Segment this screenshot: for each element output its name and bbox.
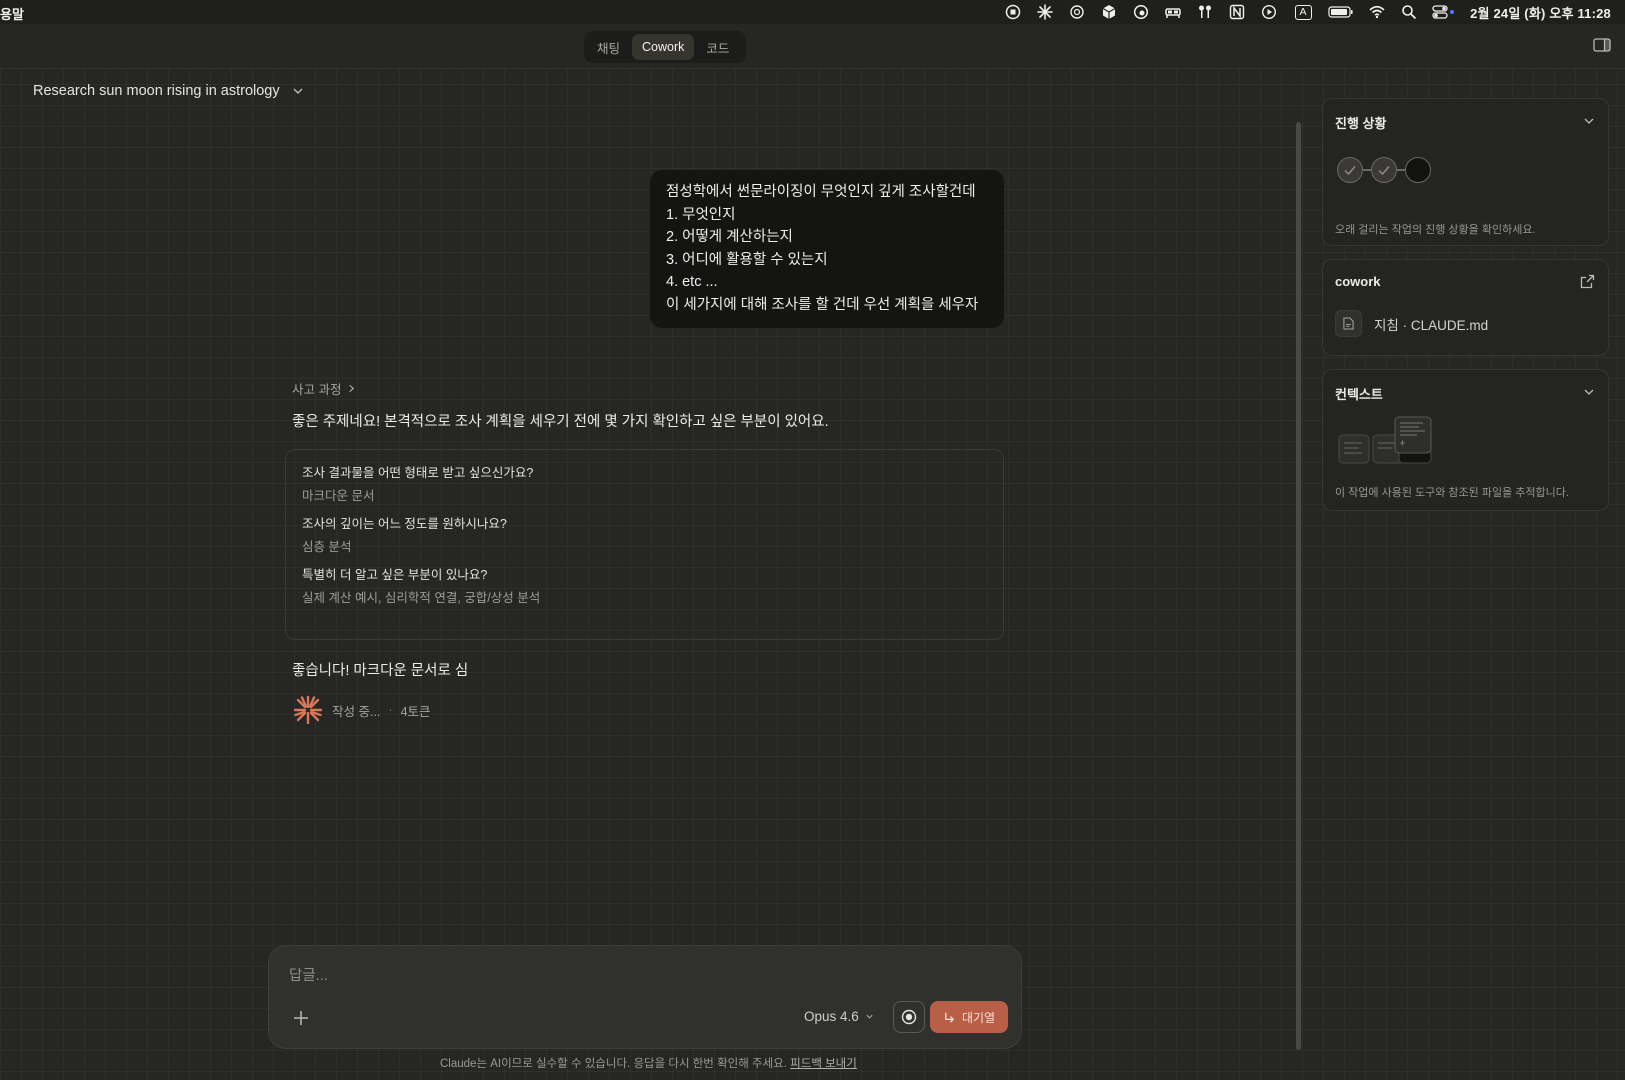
progress-card: 진행 상황 오래 걸리는 작업의 진행 상황을 확인하세요. <box>1322 98 1609 246</box>
bed-icon[interactable] <box>1164 4 1182 20</box>
question-item: 조사 결과물을 어떤 형태로 받고 싶으신가요? 마크다운 문서 <box>302 464 987 506</box>
answer-text: 실제 계산 예시, 심리학적 연결, 궁합/상성 분석 <box>302 591 541 605</box>
assistant-reply-intro: 좋은 주제네요! 본격적으로 조사 계획을 세우기 전에 몇 가지 확인하고 싶… <box>292 414 829 430</box>
notion-icon[interactable] <box>1228 4 1246 20</box>
model-selector[interactable]: Opus 4.6 <box>804 1009 874 1024</box>
cowork-card: cowork 지침 · CLAUDE.md <box>1322 259 1609 356</box>
user-message-line: 1. 무엇인지 <box>666 206 736 223</box>
chevron-down-icon[interactable] <box>1583 115 1595 127</box>
reply-input[interactable] <box>289 968 889 984</box>
step-done-icon <box>1337 157 1363 183</box>
top-bar: 채팅 Cowork 코드 <box>0 24 1625 69</box>
progress-title: 진행 상황 <box>1335 116 1387 131</box>
composer: Opus 4.6 대기열 <box>268 945 1022 1049</box>
chevron-right-icon <box>349 384 355 393</box>
openai-icon[interactable] <box>1068 4 1086 20</box>
model-name: Opus 4.6 <box>804 1009 859 1024</box>
input-source-label: A <box>1294 4 1312 20</box>
thinking-toggle[interactable]: 사고 과정 <box>292 379 356 398</box>
assistant-reply-streaming: 좋습니다! 마크다운 문서로 심 <box>292 663 469 679</box>
feedback-link[interactable]: 피드백 보내기 <box>790 1058 857 1070</box>
search-icon[interactable] <box>1400 4 1418 20</box>
token-count: 4토큰 <box>400 704 431 719</box>
conversation-title-dropdown[interactable]: Research sun moon rising in astrology <box>33 83 304 99</box>
user-message-line: 점성학에서 썬문라이징이 무엇인지 깊게 조사할건데 <box>666 184 976 200</box>
generation-status: 작성 중... · 4토큰 <box>292 694 431 726</box>
step-connector <box>1397 169 1405 171</box>
play-icon[interactable] <box>1260 4 1278 20</box>
user-message-line: 4. etc ... <box>666 274 718 290</box>
user-message: 점성학에서 썬문라이징이 무엇인지 깊게 조사할건데 1. 무엇인지 2. 어떻… <box>650 170 1004 328</box>
claude-md-file[interactable]: 지침 · CLAUDE.md <box>1335 310 1488 337</box>
questions-card: 조사 결과물을 어떤 형태로 받고 싶으신가요? 마크다운 문서 조사의 깊이는… <box>285 449 1004 640</box>
globe-icon[interactable] <box>1132 4 1150 20</box>
step-done-icon <box>1371 157 1397 183</box>
question-text: 특별히 더 알고 싶은 부분이 있나요? <box>302 568 488 582</box>
question-text: 조사 결과물을 어떤 형태로 받고 싶으신가요? <box>302 466 534 480</box>
queue-button[interactable]: 대기열 <box>930 1001 1008 1033</box>
record-icon[interactable] <box>1004 4 1022 20</box>
scrollbar[interactable] <box>1296 122 1301 1050</box>
battery-icon[interactable] <box>1328 4 1354 20</box>
file-label: 지침 · CLAUDE.md <box>1374 317 1489 333</box>
chevron-down-icon[interactable] <box>1583 386 1595 398</box>
context-illustration-icon <box>1338 416 1432 464</box>
chevron-down-icon <box>293 88 303 94</box>
progress-steps <box>1337 157 1431 183</box>
claude-spark-icon <box>293 695 323 725</box>
user-message-line: 이 세가지에 대해 조사를 할 건데 우선 계획을 세우자 <box>666 296 979 313</box>
question-text: 조사의 깊이는 어느 정도를 원하시나요? <box>302 517 507 531</box>
status-separator: · <box>388 703 393 717</box>
context-description: 이 작업에 사용된 도구와 참조된 파일을 추적합니다. <box>1335 487 1569 499</box>
open-external-icon[interactable] <box>1580 274 1595 289</box>
stop-button[interactable] <box>893 1001 925 1033</box>
wifi-icon[interactable] <box>1368 4 1386 20</box>
step-current-icon <box>1405 157 1431 183</box>
stop-icon <box>901 1009 917 1025</box>
queue-label: 대기열 <box>961 1010 996 1025</box>
menu-clock[interactable]: 2월 24일 (화) 오후 11:28 <box>1470 3 1611 22</box>
airpods-icon[interactable] <box>1196 4 1214 20</box>
context-card: 컨텍스트 이 작업에 사용된 도구와 참조된 파일을 추적합니다. <box>1322 369 1609 511</box>
thinking-label: 사고 과정 <box>292 383 342 397</box>
conversation-title: Research sun moon rising in astrology <box>33 83 280 99</box>
return-arrow-icon <box>945 1012 955 1023</box>
answer-text: 심층 분석 <box>302 540 352 554</box>
question-item: 특별히 더 알고 싶은 부분이 있나요? 실제 계산 예시, 심리학적 연결, … <box>302 566 987 608</box>
sidebar-toggle-icon[interactable] <box>1593 37 1611 53</box>
app-name[interactable]: 용말 <box>0 4 24 23</box>
step-connector <box>1363 169 1371 171</box>
context-title: 컨텍스트 <box>1335 387 1383 402</box>
cube-icon[interactable] <box>1100 4 1118 20</box>
chevron-down-icon <box>866 1014 873 1019</box>
answer-text: 마크다운 문서 <box>302 489 375 503</box>
tab-code[interactable]: 코드 <box>696 34 739 60</box>
plus-icon[interactable] <box>291 1008 311 1028</box>
status-label: 작성 중... <box>332 704 381 719</box>
cowork-title: cowork <box>1335 274 1381 289</box>
question-item: 조사의 깊이는 어느 정도를 원하시나요? 심층 분석 <box>302 515 987 557</box>
user-message-line: 2. 어떻게 계산하는지 <box>666 229 793 245</box>
mode-switch: 채팅 Cowork 코드 <box>584 31 746 63</box>
control-center-icon[interactable] <box>1432 4 1456 20</box>
tab-chat[interactable]: 채팅 <box>587 34 630 60</box>
user-message-line: 3. 어디에 활용할 수 있는지 <box>666 251 828 268</box>
tab-cowork[interactable]: Cowork <box>632 34 695 60</box>
input-source-icon[interactable]: A <box>1292 4 1314 20</box>
disclaimer-text: Claude는 AI이므로 실수할 수 있습니다. 응답을 다시 한번 확인해 … <box>440 1058 787 1070</box>
document-icon <box>1335 310 1362 337</box>
progress-description: 오래 걸리는 작업의 진행 상황을 확인하세요. <box>1335 224 1536 236</box>
status-icons: A 2월 24일 (화) 오후 11:28 <box>1004 0 1611 24</box>
disclaimer: Claude는 AI이므로 실수할 수 있습니다. 응답을 다시 한번 확인해 … <box>440 1055 857 1071</box>
menu-bar: 용말 A 2월 24일 (화) 오후 11:28 <box>0 0 1625 24</box>
claude-spark-icon[interactable] <box>1036 4 1054 20</box>
